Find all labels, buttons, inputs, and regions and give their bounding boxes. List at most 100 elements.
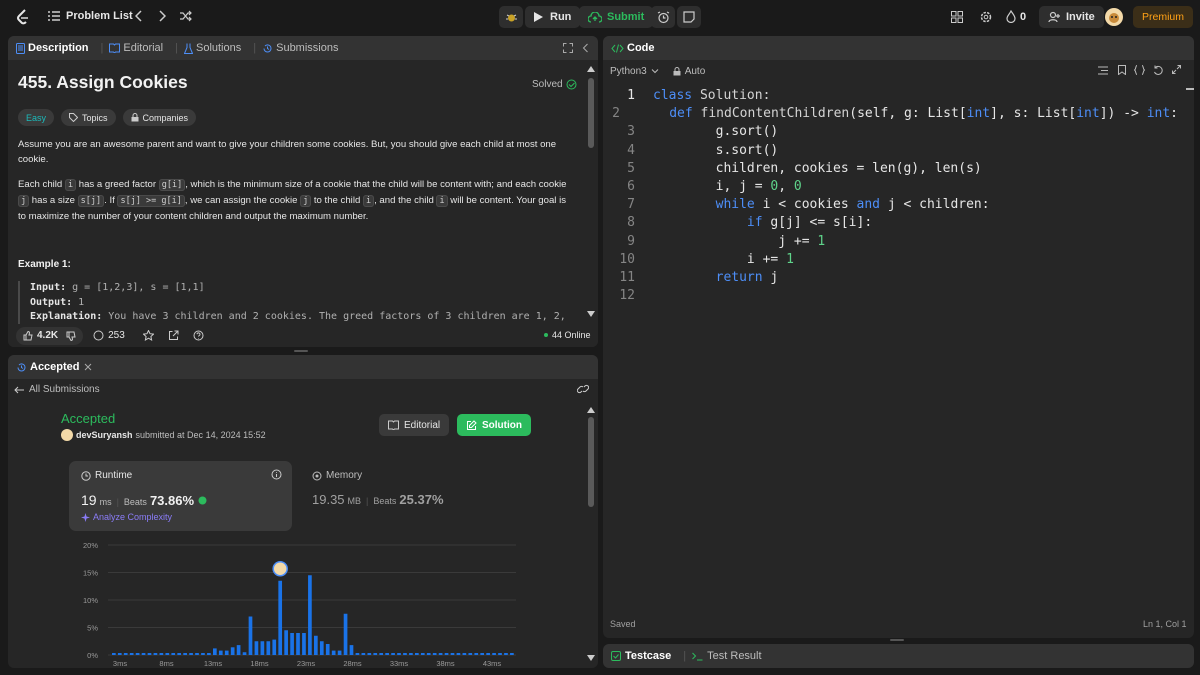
bookmark-icon[interactable]: [1118, 65, 1126, 75]
submitter-name[interactable]: devSuryansh: [76, 430, 133, 440]
collapse-chevron-icon[interactable]: [582, 43, 589, 53]
scroll-down-arrow-icon[interactable]: [587, 655, 595, 661]
bar: [474, 653, 479, 655]
user-avatar[interactable]: [1105, 8, 1123, 26]
memory-label: Memory: [326, 470, 363, 481]
next-problem-icon[interactable]: [158, 10, 166, 22]
layout-icon[interactable]: [951, 11, 963, 23]
scroll-up-arrow-icon[interactable]: [587, 66, 595, 72]
runtime-distribution-chart[interactable]: 20% 15% 10% 5% 0% 3ms 8ms 13ms 18ms 23ms 28ms 33ms 3…: [68, 535, 538, 667]
code-line[interactable]: 1 class Solution:: [603, 88, 1178, 106]
code-line[interactable]: 11 return j: [603, 270, 1178, 288]
link-icon[interactable]: [577, 384, 589, 394]
auto-mode[interactable]: Auto: [673, 66, 705, 77]
code-line[interactable]: 12: [603, 288, 1178, 306]
language-select[interactable]: Python3: [610, 66, 659, 77]
bar: [248, 616, 253, 655]
braces-icon[interactable]: [1134, 65, 1145, 75]
bar: [420, 653, 425, 655]
runtime-card[interactable]: Runtime 19 ms | Beats 73.86% Analyze Com…: [69, 461, 292, 531]
expand-icon[interactable]: [1172, 65, 1181, 74]
comment-count[interactable]: 253: [108, 330, 125, 341]
solved-badge: Solved: [532, 79, 577, 90]
bar: [432, 653, 437, 655]
code-editor[interactable]: 1 class Solution: 2 def findContentChildre…: [603, 88, 1178, 568]
leetcode-logo[interactable]: [16, 9, 30, 25]
help-circle-icon[interactable]: [193, 330, 204, 341]
test-panel: Testcase | Test Result: [603, 644, 1194, 668]
tab-description[interactable]: Description: [16, 42, 89, 54]
format-icon[interactable]: [1098, 66, 1108, 75]
companies-chip[interactable]: Companies: [122, 109, 197, 126]
bar: [426, 653, 431, 655]
code-line[interactable]: 6 i, j = 0, 0: [603, 179, 1178, 197]
streak-counter[interactable]: 0: [1006, 10, 1026, 23]
panel-resize-handle[interactable]: [294, 350, 308, 352]
bar: [272, 639, 277, 655]
example-output-label: Output:: [30, 296, 73, 308]
close-icon[interactable]: [84, 363, 92, 371]
line-number: 12: [619, 288, 635, 304]
x-tick-label: 33ms: [390, 659, 409, 667]
editor-scrollbar[interactable]: [1186, 88, 1194, 90]
thumbs-down-icon[interactable]: [66, 331, 76, 341]
bar: [308, 575, 312, 655]
run-button[interactable]: Run: [525, 6, 581, 28]
code-line[interactable]: 4 s.sort(): [603, 143, 1178, 161]
bar: [456, 653, 461, 655]
scroll-up-arrow-icon[interactable]: [587, 407, 595, 413]
code-line[interactable]: 8 if g[j] <= s[i]:: [603, 215, 1178, 233]
memory-card[interactable]: Memory 19.35 MB | Beats 25.37%: [304, 461, 527, 531]
star-icon[interactable]: [142, 330, 154, 341]
tab-testcase[interactable]: Testcase: [611, 650, 671, 662]
online-dot-icon: [544, 333, 548, 337]
like-button[interactable]: 4.2K: [16, 326, 84, 345]
code-line[interactable]: 3 g.sort(): [603, 124, 1178, 142]
back-to-submissions[interactable]: All Submissions: [14, 384, 100, 395]
tab-solutions[interactable]: Solutions: [183, 42, 241, 54]
code-text: return j: [639, 270, 779, 288]
reset-icon[interactable]: [1153, 65, 1163, 75]
solution-button[interactable]: Solution: [457, 414, 531, 436]
debug-button[interactable]: [499, 6, 523, 28]
bar: [153, 653, 158, 655]
scroll-down-arrow-icon[interactable]: [587, 311, 595, 317]
invite-button[interactable]: Invite: [1039, 6, 1104, 28]
submit-button[interactable]: Submit: [579, 6, 654, 28]
code-line[interactable]: 7 while i < cookies and j < children:: [603, 197, 1178, 215]
tab-submissions[interactable]: Submissions: [262, 42, 338, 54]
notes-button[interactable]: [677, 6, 701, 28]
code-token: if: [746, 215, 771, 231]
problem-list-button[interactable]: Problem List: [48, 10, 133, 22]
editorial-button[interactable]: Editorial: [379, 414, 450, 436]
prev-problem-icon[interactable]: [135, 10, 143, 22]
maximize-icon[interactable]: [563, 43, 573, 53]
shuffle-icon[interactable]: [179, 10, 192, 22]
tab-editorial[interactable]: Editorial: [109, 42, 163, 54]
thumbs-up-icon: [23, 330, 33, 341]
tab-code[interactable]: Code: [611, 42, 655, 54]
code-line[interactable]: 10 i += 1: [603, 252, 1178, 270]
submission-scrollbar[interactable]: [588, 417, 594, 507]
comment-icon[interactable]: [93, 330, 104, 341]
vertical-resize-handle[interactable]: [890, 639, 904, 641]
timer-button[interactable]: [651, 6, 675, 28]
code-line[interactable]: 5 children, cookies = len(g), len(s): [603, 161, 1178, 179]
bar: [444, 653, 449, 655]
premium-button[interactable]: Premium: [1133, 6, 1194, 28]
checkbox-icon: [611, 651, 621, 661]
tab-test-result[interactable]: Test Result: [692, 650, 762, 662]
code-line[interactable]: 9 j += 1: [603, 234, 1178, 252]
info-icon[interactable]: [271, 469, 282, 480]
share-icon[interactable]: [168, 330, 179, 341]
analyze-complexity-link[interactable]: Analyze Complexity: [81, 512, 172, 522]
topics-chip[interactable]: Topics: [61, 109, 116, 126]
code-token: int: [1076, 106, 1100, 122]
description-scrollbar[interactable]: [588, 78, 594, 148]
settings-gear-icon[interactable]: [979, 10, 993, 24]
code-line[interactable]: 2 def findContentChildren(self, g: List[…: [603, 106, 1178, 124]
tab-accepted[interactable]: Accepted: [16, 361, 92, 373]
list-icon: [48, 11, 60, 21]
